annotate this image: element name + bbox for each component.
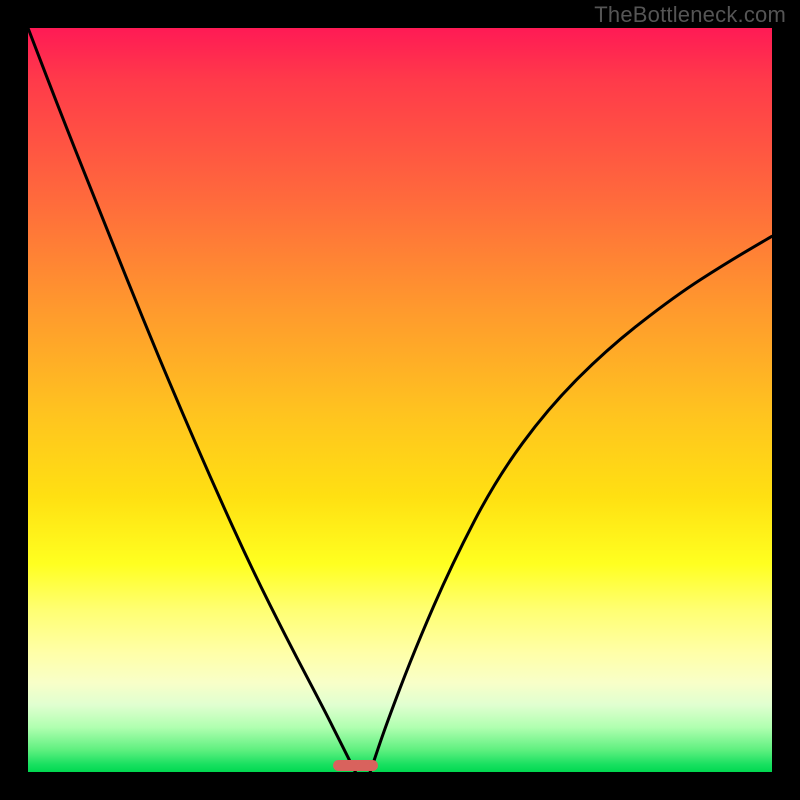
left-curve: [28, 28, 355, 772]
plot-area: [28, 28, 772, 772]
baseline-marker: [333, 760, 378, 771]
watermark-text: TheBottleneck.com: [594, 2, 786, 28]
chart-container: TheBottleneck.com: [0, 0, 800, 800]
curve-layer: [28, 28, 772, 772]
right-curve: [370, 236, 772, 772]
